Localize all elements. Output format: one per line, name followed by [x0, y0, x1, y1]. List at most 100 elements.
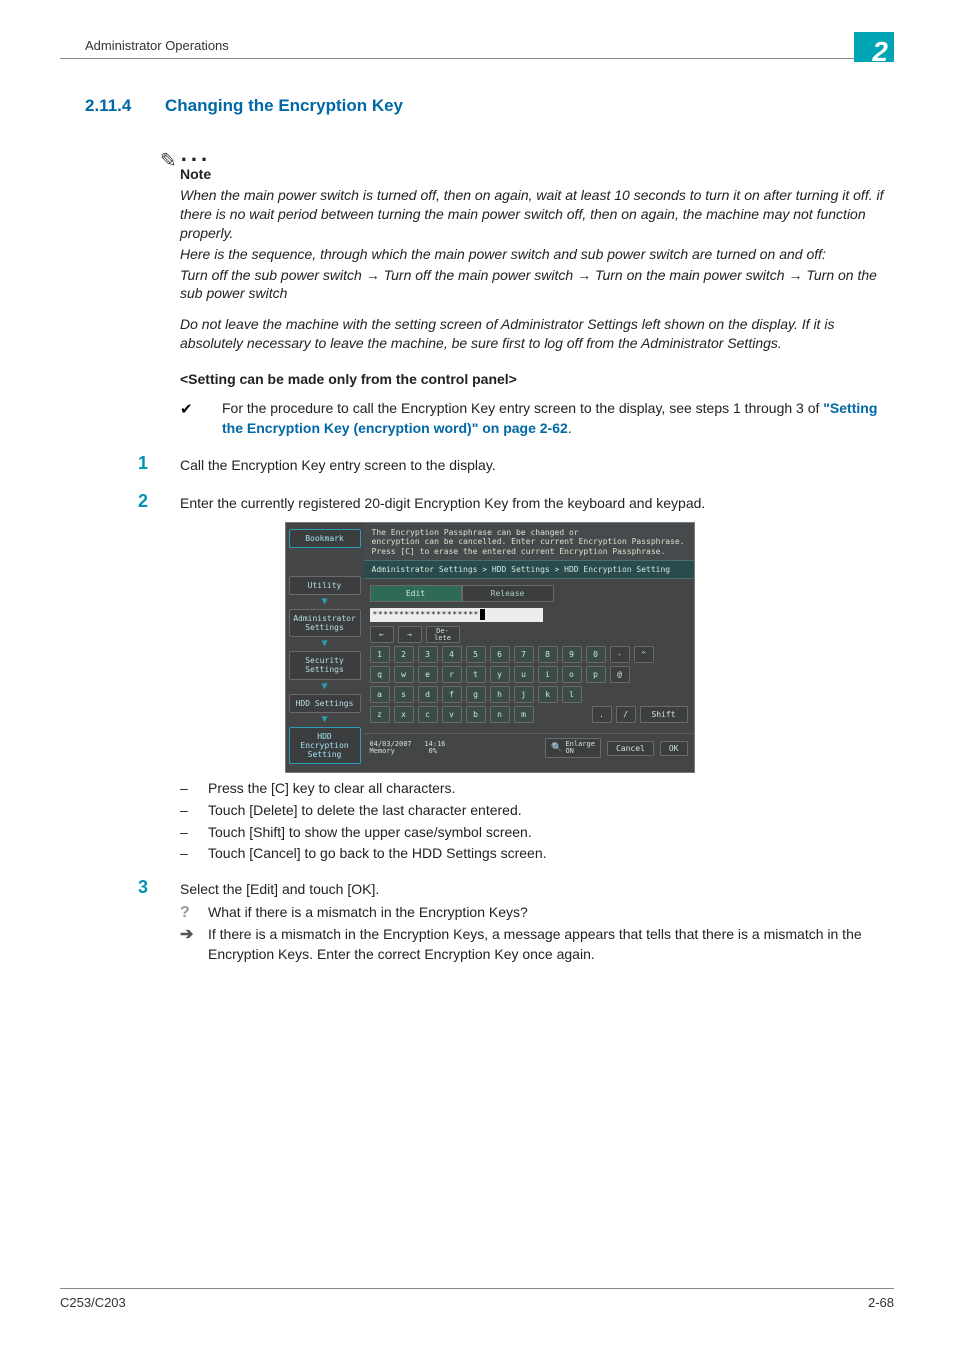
- key-c[interactable]: c: [418, 706, 438, 723]
- key-period[interactable]: .: [592, 706, 612, 723]
- key-i[interactable]: i: [538, 666, 558, 683]
- key-0[interactable]: 0: [586, 646, 606, 663]
- key-e[interactable]: e: [418, 666, 438, 683]
- pencil-icon: ✎: [160, 150, 177, 172]
- kb-row-2: q w e r t y u i o p @: [370, 666, 688, 683]
- step-1: 1 Call the Encryption Key entry screen t…: [138, 454, 894, 476]
- question-mark-icon: ?: [180, 903, 208, 923]
- breadcrumb: Administrator Settings > HDD Settings > …: [364, 560, 694, 579]
- check-text-after: .: [568, 420, 572, 436]
- side-admin-settings[interactable]: Administrator Settings: [289, 609, 361, 637]
- step-text-1: Call the Encryption Key entry screen to …: [180, 454, 894, 476]
- key-5[interactable]: 5: [466, 646, 486, 663]
- kb-row-1: 1 2 3 4 5 6 7 8 9 0 - ^: [370, 646, 688, 663]
- key-o[interactable]: o: [562, 666, 582, 683]
- key-h[interactable]: h: [490, 686, 510, 703]
- arrow-left-key[interactable]: ←: [370, 626, 394, 643]
- note-paragraph-1: When the main power switch is turned off…: [180, 186, 894, 243]
- header-rule: [60, 58, 894, 59]
- down-arrow-icon: ▼: [289, 597, 361, 607]
- enlarge-button[interactable]: 🔍 Enlarge ON: [545, 738, 601, 758]
- down-arrow-icon: ▼: [289, 639, 361, 649]
- step-number-1: 1: [138, 454, 180, 476]
- check-bullet: ✔ For the procedure to call the Encrypti…: [180, 399, 894, 438]
- note-paragraph-2: Here is the sequence, through which the …: [180, 245, 894, 264]
- delete-key[interactable]: De- lete: [426, 626, 460, 643]
- key-3[interactable]: 3: [418, 646, 438, 663]
- passphrase-masked-value: ********************: [373, 610, 479, 619]
- shift-key[interactable]: Shift: [640, 706, 688, 723]
- key-at[interactable]: @: [610, 666, 630, 683]
- side-security-settings[interactable]: Security Settings: [289, 651, 361, 679]
- key-r[interactable]: r: [442, 666, 462, 683]
- ok-button[interactable]: OK: [660, 741, 688, 756]
- device-screenshot: Bookmark Utility ▼ Administrator Setting…: [285, 522, 695, 774]
- key-n[interactable]: n: [490, 706, 510, 723]
- header-title: Administrator Operations: [85, 38, 229, 53]
- dash-icon: –: [180, 844, 208, 864]
- down-arrow-icon: ▼: [289, 682, 361, 692]
- side-hdd-encryption[interactable]: HDD Encryption Setting: [289, 727, 361, 765]
- footer-memory-label: Memory: [370, 747, 395, 755]
- timestamp: 04/03/2007 14:16 Memory 0%: [370, 741, 446, 756]
- key-l[interactable]: l: [562, 686, 582, 703]
- arrow-right-key[interactable]: →: [398, 626, 422, 643]
- question-text: What if there is a mismatch in the Encry…: [208, 903, 894, 923]
- key-1[interactable]: 1: [370, 646, 390, 663]
- key-6[interactable]: 6: [490, 646, 510, 663]
- answer-text: If there is a mismatch in the Encryption…: [208, 925, 894, 964]
- step-3: 3 Select the [Edit] and touch [OK].: [138, 878, 894, 900]
- sub-bullet-text: Touch [Shift] to show the upper case/sym…: [208, 823, 894, 843]
- key-g[interactable]: g: [466, 686, 486, 703]
- key-q[interactable]: q: [370, 666, 390, 683]
- side-utility[interactable]: Utility: [289, 576, 361, 595]
- key-u[interactable]: u: [514, 666, 534, 683]
- key-7[interactable]: 7: [514, 646, 534, 663]
- key-y[interactable]: y: [490, 666, 510, 683]
- passphrase-input[interactable]: ********************: [370, 608, 543, 622]
- sub-bullet: – Touch [Shift] to show the upper case/s…: [180, 823, 894, 843]
- key-d[interactable]: d: [418, 686, 438, 703]
- key-2[interactable]: 2: [394, 646, 414, 663]
- key-s[interactable]: s: [394, 686, 414, 703]
- sub-bullet: – Press the [C] key to clear all charact…: [180, 779, 894, 799]
- key-slash[interactable]: /: [616, 706, 636, 723]
- tab-release[interactable]: Release: [462, 585, 554, 602]
- key-9[interactable]: 9: [562, 646, 582, 663]
- key-caret[interactable]: ^: [634, 646, 654, 663]
- note-paragraph-4: Do not leave the machine with the settin…: [180, 315, 894, 353]
- step-2: 2 Enter the currently registered 20-digi…: [138, 492, 894, 514]
- key-dash[interactable]: -: [610, 646, 630, 663]
- key-8[interactable]: 8: [538, 646, 558, 663]
- key-z[interactable]: z: [370, 706, 390, 723]
- step-number-3: 3: [138, 878, 180, 900]
- key-j[interactable]: j: [514, 686, 534, 703]
- tab-edit[interactable]: Edit: [370, 585, 462, 602]
- cancel-button[interactable]: Cancel: [607, 741, 654, 756]
- arrow-right-icon: ➔: [180, 925, 208, 964]
- key-x[interactable]: x: [394, 706, 414, 723]
- magnifier-icon: 🔍: [551, 743, 562, 753]
- key-v[interactable]: v: [442, 706, 462, 723]
- key-f[interactable]: f: [442, 686, 462, 703]
- panel-msg-line1: The Encryption Passphrase can be changed…: [372, 528, 686, 538]
- key-t[interactable]: t: [466, 666, 486, 683]
- key-m[interactable]: m: [514, 706, 534, 723]
- key-p[interactable]: p: [586, 666, 606, 683]
- side-bookmark[interactable]: Bookmark: [289, 529, 361, 548]
- side-hdd-settings[interactable]: HDD Settings: [289, 694, 361, 713]
- key-a[interactable]: a: [370, 686, 390, 703]
- section-title: Changing the Encryption Key: [165, 96, 403, 115]
- check-text: For the procedure to call the Encryption…: [222, 399, 894, 438]
- key-w[interactable]: w: [394, 666, 414, 683]
- key-4[interactable]: 4: [442, 646, 462, 663]
- footer-model: C253/C203: [60, 1295, 126, 1310]
- key-k[interactable]: k: [538, 686, 558, 703]
- sub-bullet: – Touch [Cancel] to go back to the HDD S…: [180, 844, 894, 864]
- key-b[interactable]: b: [466, 706, 486, 723]
- panel-msg-line3: Press [C] to erase the entered current E…: [372, 547, 686, 557]
- dash-icon: –: [180, 779, 208, 799]
- note-block: ✎... Note When the main power switch is …: [180, 144, 894, 353]
- checkmark-icon: ✔: [180, 399, 222, 438]
- panel-footer: 04/03/2007 14:16 Memory 0% 🔍 Enlarge ON …: [364, 733, 694, 763]
